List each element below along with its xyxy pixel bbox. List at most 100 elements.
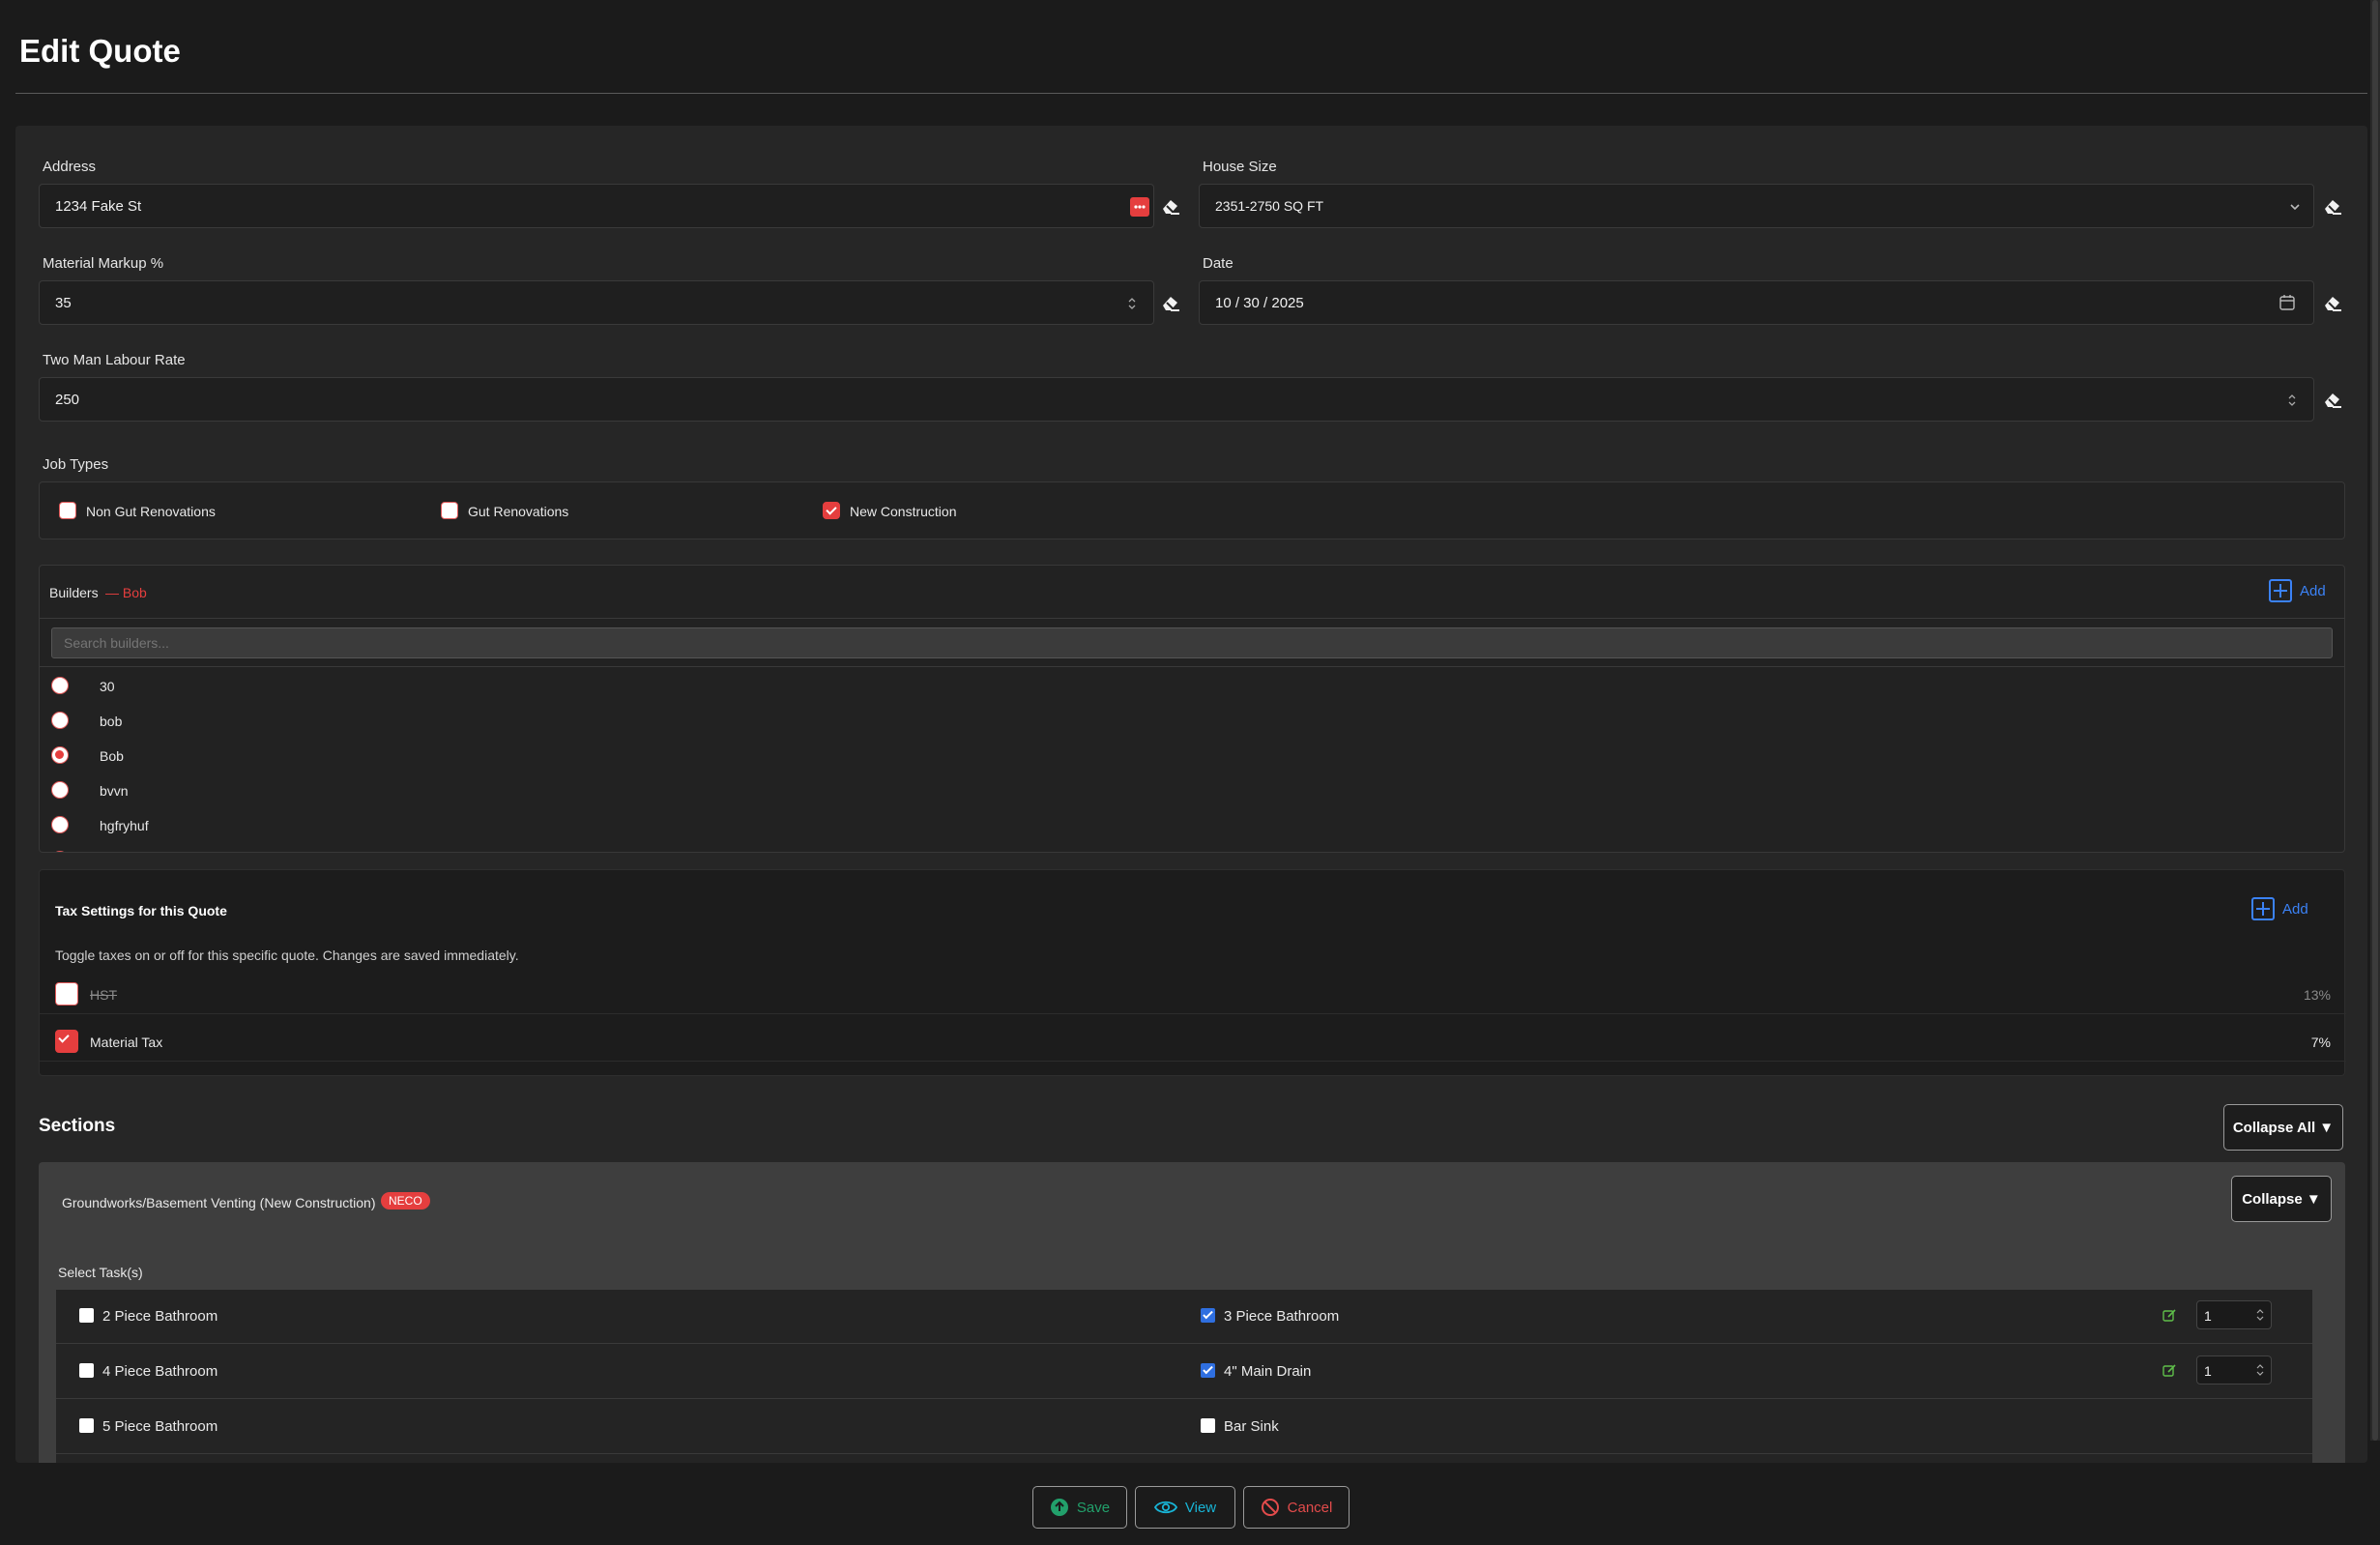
table-row: 4 Piece Bathroom 4" Main Drain 1: [56, 1345, 2312, 1399]
task-label: 2 Piece Bathroom: [102, 1308, 218, 1325]
material-tax-toggle-checkbox[interactable]: [55, 1030, 78, 1053]
select-tasks-label: Select Task(s): [58, 1265, 143, 1280]
builder-option[interactable]: 30: [100, 679, 115, 694]
calendar-icon[interactable]: [2278, 294, 2296, 316]
address-field[interactable]: 1234 Fake St: [39, 184, 1154, 228]
table-row: 2 Piece Bathroom 3 Piece Bathroom 1: [56, 1290, 2312, 1344]
builder-radio-partial[interactable]: [51, 851, 69, 852]
builders-divider: [40, 618, 2344, 619]
builder-option[interactable]: bob: [100, 714, 122, 729]
date-input[interactable]: 10 / 30 / 2025: [1199, 280, 2314, 325]
number-spinner-icon[interactable]: [2286, 391, 2298, 410]
builder-radio-30[interactable]: [51, 677, 69, 694]
markup-label: Material Markup %: [43, 255, 164, 272]
cancel-button[interactable]: Cancel: [1243, 1486, 1350, 1529]
sections-title: Sections: [39, 1116, 116, 1136]
address-value: 1234 Fake St: [55, 198, 142, 215]
gut-renovations-checkbox[interactable]: [441, 502, 458, 519]
add-tax-button[interactable]: Add: [2251, 897, 2308, 920]
add-tax-label: Add: [2282, 900, 2308, 918]
address-label: Address: [43, 159, 97, 175]
task-checkbox[interactable]: [79, 1363, 94, 1378]
builder-option[interactable]: bvvn: [100, 783, 129, 799]
tax-divider: [40, 1061, 2346, 1062]
clear-date-eraser-icon[interactable]: [2322, 292, 2343, 313]
number-spinner-icon[interactable]: [1126, 294, 1138, 313]
task-label: 3 Piece Bathroom: [1224, 1308, 1340, 1325]
task-checkbox[interactable]: [1201, 1308, 1215, 1323]
markup-value: 35: [55, 295, 72, 311]
add-builder-button[interactable]: Add: [2269, 579, 2326, 602]
eye-icon: [1153, 1501, 1177, 1514]
hst-toggle-checkbox[interactable]: [55, 982, 78, 1006]
builder-radio-bob[interactable]: [51, 712, 69, 729]
task-label: 4" Main Drain: [1224, 1363, 1312, 1380]
edit-icon[interactable]: [2162, 1362, 2177, 1383]
house-size-label: House Size: [1203, 159, 1277, 175]
builders-label: Builders: [49, 585, 99, 600]
new-construction-checkbox[interactable]: [823, 502, 840, 519]
task-label: 5 Piece Bathroom: [102, 1418, 218, 1435]
page-title: Edit Quote: [19, 33, 181, 69]
view-label: View: [1184, 1499, 1217, 1516]
task-checkbox[interactable]: [79, 1418, 94, 1433]
task-checkbox[interactable]: [79, 1308, 94, 1323]
clear-labour-rate-eraser-icon[interactable]: [2322, 389, 2343, 410]
date-label: Date: [1203, 255, 1234, 272]
scrollbar-thumb[interactable]: [2372, 0, 2378, 1441]
section-card: Groundworks/Basement Venting (New Constr…: [39, 1162, 2345, 1463]
hst-rate: 13%: [2303, 987, 2331, 1003]
non-gut-renovations-label: Non Gut Renovations: [86, 504, 216, 519]
clear-house-size-eraser-icon[interactable]: [2322, 195, 2343, 217]
task-label: Bar Sink: [1224, 1418, 1279, 1435]
view-button[interactable]: View: [1135, 1486, 1235, 1529]
builder-option[interactable]: hgfryhuf: [100, 818, 149, 833]
task-checkbox[interactable]: [1201, 1363, 1215, 1378]
builder-radio-bvvn[interactable]: [51, 781, 69, 799]
builder-option[interactable]: Bob: [100, 748, 124, 764]
house-size-value: 2351-2750 SQ FT: [1215, 198, 1324, 214]
section-name: Groundworks/Basement Venting (New Constr…: [62, 1195, 376, 1210]
job-types-panel: Non Gut Renovations Gut Renovations New …: [39, 481, 2345, 539]
quantity-stepper[interactable]: 1: [2196, 1356, 2272, 1385]
collapse-all-button[interactable]: Collapse All ▼: [2223, 1104, 2343, 1151]
quantity-value: 1: [2204, 1363, 2212, 1379]
clear-address-eraser-icon[interactable]: [1160, 195, 1181, 217]
section-badge: NECO: [381, 1192, 430, 1210]
job-types-label: Job Types: [43, 456, 109, 473]
password-manager-icon[interactable]: [1130, 197, 1149, 217]
edit-icon[interactable]: [2162, 1307, 2177, 1327]
cancel-label: Cancel: [1287, 1499, 1333, 1516]
builder-radio-hgfryhuf[interactable]: [51, 816, 69, 833]
material-tax-label: Material Tax: [90, 1035, 163, 1050]
table-row: 5 Piece Bathroom Bar Sink: [56, 1400, 2312, 1454]
plus-square-icon: [2251, 897, 2275, 920]
task-checkbox[interactable]: [1201, 1418, 1215, 1433]
material-tax-rate: 7%: [2310, 1035, 2331, 1050]
builders-panel: Builders — Bob Add 30 bob Bob bvvn hgfry…: [39, 565, 2345, 853]
page-scrollbar[interactable]: [2370, 0, 2380, 1441]
clear-markup-eraser-icon[interactable]: [1160, 292, 1181, 313]
task-table: 2 Piece Bathroom 3 Piece Bathroom 1 4 Pi…: [56, 1290, 2312, 1463]
quote-form: Address 1234 Fake St House Size 2351-275…: [15, 126, 2367, 1463]
add-builder-label: Add: [2300, 582, 2326, 599]
non-gut-renovations-checkbox[interactable]: [59, 502, 76, 519]
builders-search-divider: [40, 666, 2344, 667]
quantity-stepper[interactable]: 1: [2196, 1300, 2272, 1329]
collapse-section-button[interactable]: Collapse ▼: [2231, 1176, 2332, 1222]
chevron-down-icon: [2288, 200, 2302, 219]
quantity-value: 1: [2204, 1308, 2212, 1324]
save-button[interactable]: Save: [1032, 1486, 1127, 1529]
labour-rate-label: Two Man Labour Rate: [43, 352, 186, 368]
search-builders-input[interactable]: [51, 627, 2333, 658]
markup-input[interactable]: 35: [39, 280, 1154, 325]
selected-builder: — Bob: [105, 585, 147, 600]
house-size-select[interactable]: 2351-2750 SQ FT: [1199, 184, 2314, 228]
labour-rate-input[interactable]: 250: [39, 377, 2314, 422]
builder-radio-Bob[interactable]: [51, 746, 69, 764]
cancel-icon: [1261, 1499, 1279, 1516]
hst-label: HST: [90, 987, 117, 1003]
labour-rate-value: 250: [55, 392, 80, 408]
new-construction-label: New Construction: [850, 504, 957, 519]
save-upload-icon: [1050, 1499, 1068, 1516]
